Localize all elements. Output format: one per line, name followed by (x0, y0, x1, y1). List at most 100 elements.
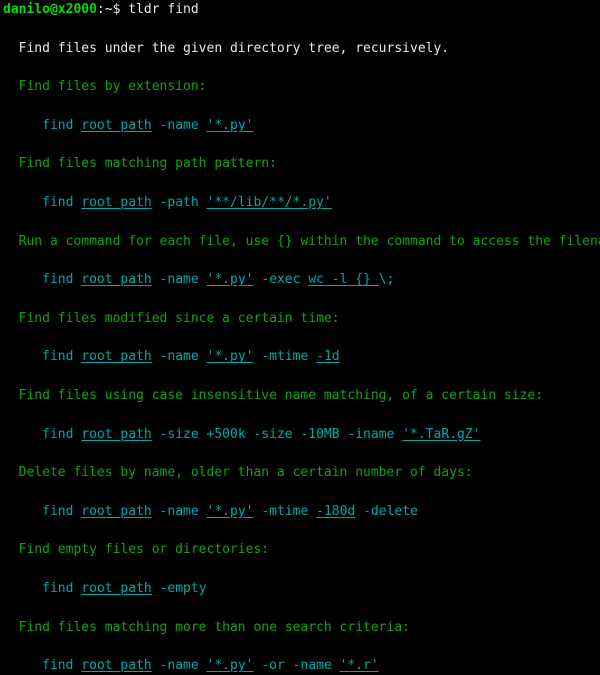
command-placeholder: root_path (81, 503, 152, 519)
prompt-user-host: danilo@x2000 (3, 2, 97, 17)
command-placeholder: root_path (81, 117, 152, 133)
entry-command: find root_path -empty (0, 579, 600, 598)
prompt-separator: :~$ (96, 2, 121, 17)
entry-heading-text: Find empty files or directories: (3, 542, 270, 558)
command-placeholder: '*.r' (339, 658, 379, 674)
typed-command: tldr find (120, 2, 199, 17)
command-indent (3, 272, 42, 287)
entry-heading-text: Find files matching path pattern: (3, 156, 277, 172)
command-indent (3, 658, 42, 673)
entry-heading: Find files by extension: (0, 77, 600, 96)
command-literal: -name (151, 503, 207, 519)
command-literal: -name (151, 658, 207, 674)
command-literal: find (42, 503, 82, 519)
command-literal: find (42, 580, 82, 596)
command-placeholder: '*.py' (206, 503, 254, 519)
prompt-line: danilo@x2000:~$ tldr find (0, 0, 600, 19)
command-literal: -name (151, 117, 207, 133)
entry-command-text: find root_path -size +500k -size -10MB -… (3, 427, 480, 442)
entry-heading: Find files matching more than one search… (0, 618, 600, 637)
entry-heading-text: Find files by extension: (3, 79, 207, 95)
command-placeholder: root_path (81, 658, 152, 674)
entry-command: find root_path -path '**/lib/**/*.py' (0, 193, 600, 212)
command-literal: find (42, 426, 82, 442)
entry-heading-text: Find files matching more than one search… (3, 619, 410, 635)
entry-heading: Run a command for each file, use {} with… (0, 232, 600, 251)
command-placeholder: '**/lib/**/*.py' (206, 194, 332, 210)
command-placeholder: root_path (81, 580, 152, 596)
entry-command: find root_path -name '*.py' -mtime -180d… (0, 502, 600, 521)
command-indent (3, 581, 42, 596)
command-indent (3, 427, 42, 442)
entry-command-text: find root_path -path '**/lib/**/*.py' (3, 195, 332, 210)
page-description: Find files under the given directory tre… (3, 40, 450, 56)
command-placeholder: root_path (81, 194, 152, 210)
command-indent (3, 118, 42, 133)
entry-heading: Find files matching path pattern: (0, 154, 600, 173)
command-literal: \; (378, 272, 395, 288)
command-literal: -path (151, 194, 207, 210)
terminal-window[interactable]: danilo@x2000:~$ tldr find Find files und… (0, 0, 600, 673)
command-placeholder: '*.py' (206, 117, 254, 133)
entry-heading-text: Find files modified since a certain time… (3, 310, 340, 326)
entry-command-text: find root_path -name '*.py' -mtime -1d (3, 349, 339, 365)
command-placeholder: root_path (81, 426, 152, 442)
command-placeholder: -180d (316, 503, 356, 519)
command-placeholder: '*.py' (206, 349, 254, 365)
command-literal: find (42, 658, 82, 674)
command-placeholder: root_path (81, 349, 152, 365)
command-placeholder: '*.py' (206, 658, 254, 674)
entry-command-text: find root_path -name '*.py' -exec wc -l … (3, 272, 394, 287)
entry-command-text: find root_path -empty (3, 580, 207, 596)
command-literal: -delete (355, 503, 418, 519)
command-indent (3, 504, 42, 519)
command-literal: -or -name (253, 658, 340, 674)
entry-command: find root_path -name '*.py' -mtime -1d (0, 347, 600, 366)
command-literal: -name (151, 349, 207, 365)
command-literal: find (42, 194, 82, 210)
page-description-line: Find files under the given directory tre… (0, 39, 600, 58)
command-literal: -exec (253, 272, 309, 288)
command-placeholder: root_path (81, 272, 152, 288)
entry-command: find root_path -size +500k -size -10MB -… (0, 425, 600, 444)
command-literal: find (42, 272, 82, 288)
entry-heading-text: Delete files by name, older than a certa… (3, 465, 473, 481)
entry-heading: Find files modified since a certain time… (0, 309, 600, 328)
command-literal: -mtime (253, 349, 317, 365)
entry-command: find root_path -name '*.py' -or -name '*… (0, 656, 600, 675)
command-indent (3, 349, 42, 364)
entry-heading: Find files using case insensitive name m… (0, 386, 600, 405)
tldr-entry-list: Find files by extension: find root_path … (0, 58, 600, 675)
entry-command-text: find root_path -name '*.py' -or -name '*… (3, 658, 379, 673)
entry-command-text: find root_path -name '*.py' -mtime -180d… (3, 504, 418, 519)
entry-command: find root_path -name '*.py' (0, 116, 600, 135)
entry-command-text: find root_path -name '*.py' (3, 117, 254, 133)
entry-heading-text: Find files using case insensitive name m… (3, 387, 544, 403)
command-literal: find (42, 349, 82, 365)
entry-heading-text: Run a command for each file, use {} with… (3, 233, 600, 249)
command-placeholder: wc -l {} (308, 272, 379, 288)
command-literal: -name (151, 272, 207, 288)
entry-heading: Delete files by name, older than a certa… (0, 463, 600, 482)
command-literal: -size +500k -size -10MB -iname (151, 426, 403, 442)
entry-command: find root_path -name '*.py' -exec wc -l … (0, 270, 600, 289)
command-literal: find (42, 117, 82, 133)
command-literal: -empty (151, 580, 207, 596)
